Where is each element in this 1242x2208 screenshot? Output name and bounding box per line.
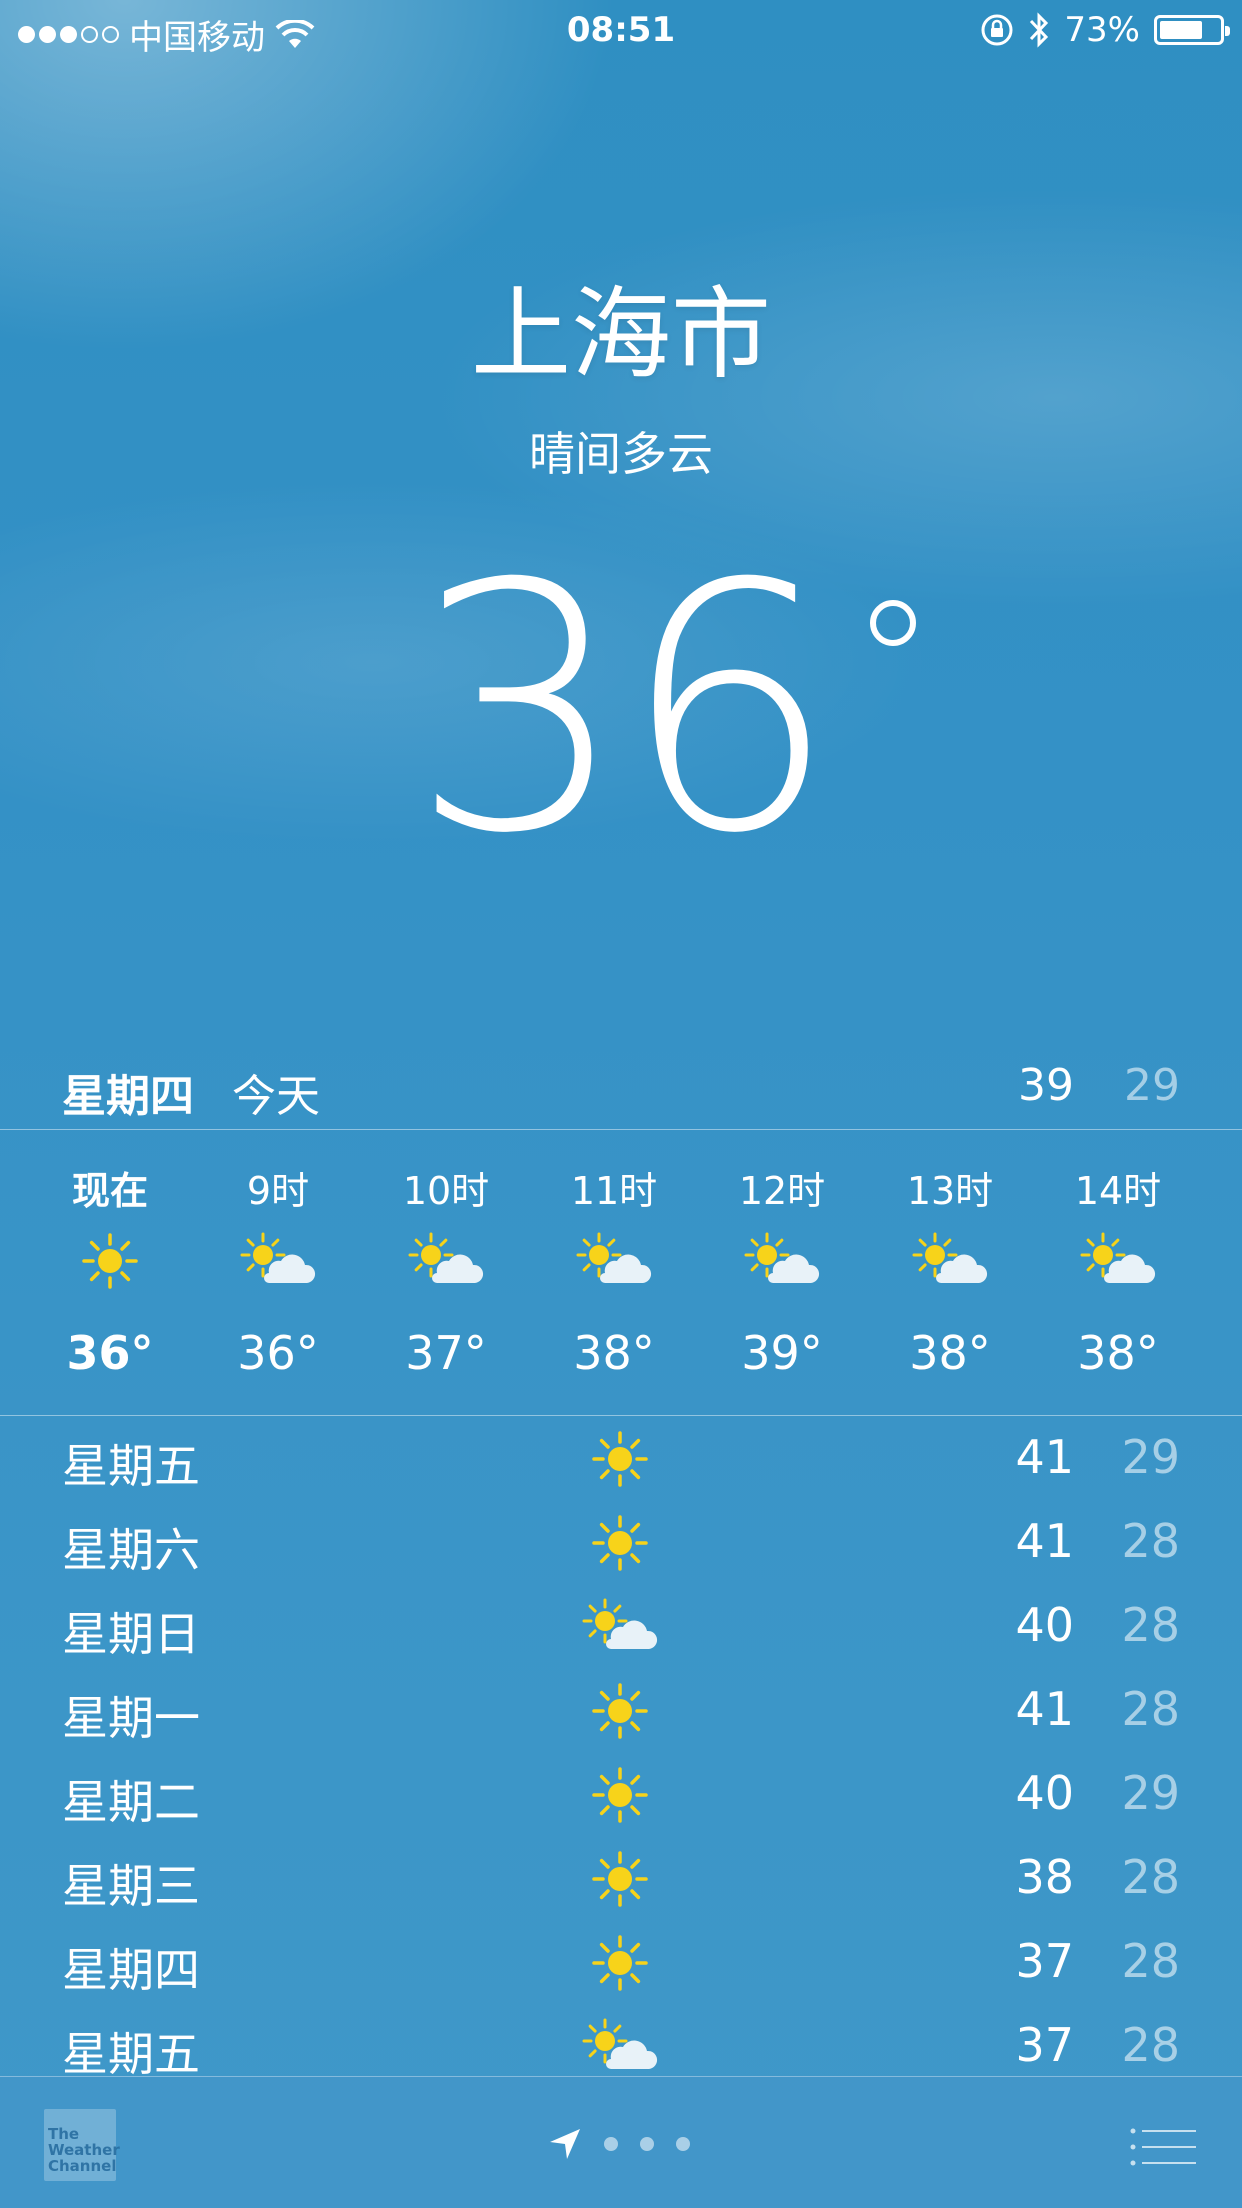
partly-cloudy-icon [194, 1216, 362, 1306]
city-name: 上海市 [471, 276, 771, 393]
page-indicator[interactable] [548, 2127, 690, 2161]
day-high: 41 [1015, 1682, 1074, 1736]
hour-label: 现在 [71, 1169, 148, 1213]
hour-label: 12时 [738, 1169, 826, 1213]
bluetooth-icon [1030, 12, 1049, 48]
sun-icon [580, 1760, 660, 1830]
daily-row: 星期一 41 28 [0, 1668, 1242, 1752]
daily-row: 星期五 41 29 [0, 1416, 1242, 1500]
day-name: 星期一 [62, 1691, 200, 1745]
hourly-forecast[interactable]: 现在 36° 9时 36° 10时 37° 11时 38° 12时 39° 13时 38°… [0, 1130, 1242, 1415]
sun-icon [580, 1844, 660, 1914]
day-name: 星期五 [62, 1439, 200, 1493]
page-dot [640, 2137, 654, 2151]
sun-icon [580, 1676, 660, 1746]
day-low: 28 [1121, 1682, 1180, 1736]
daily-row: 星期五 37 28 [0, 2004, 1242, 2076]
today-low: 29 [1124, 1060, 1180, 1111]
weather-condition: 晴间多云 [529, 427, 713, 481]
hour-temp: 36° [66, 1326, 154, 1380]
hourly-item: 9时 36° [194, 1130, 362, 1380]
hourly-item: 14时 38° [1034, 1130, 1202, 1380]
location-header: 上海市 晴间多云 [0, 280, 1242, 484]
day-name: 星期四 [62, 1943, 200, 1997]
current-temp-value: 36 [410, 512, 838, 908]
partly-cloudy-icon [580, 2012, 660, 2076]
hour-label: 9时 [246, 1169, 310, 1213]
today-high: 39 [1018, 1060, 1074, 1111]
hour-label: 14时 [1074, 1169, 1162, 1213]
daily-row: 星期二 40 29 [0, 1752, 1242, 1836]
hour-temp: 39° [741, 1326, 823, 1380]
day-low: 29 [1121, 1430, 1180, 1484]
sun-icon [580, 1928, 660, 1998]
battery-percent: 73% [1064, 10, 1140, 50]
sun-icon [580, 1508, 660, 1578]
day-low: 28 [1121, 1850, 1180, 1904]
day-name: 星期三 [62, 1859, 200, 1913]
today-label: 今天 [232, 1071, 320, 1122]
battery-fill [1160, 21, 1203, 39]
day-high: 37 [1015, 2018, 1074, 2072]
day-low: 28 [1121, 1934, 1180, 1988]
location-arrow-icon [550, 2129, 580, 2159]
day-high: 41 [1015, 1430, 1074, 1484]
hour-temp: 38° [1077, 1326, 1159, 1380]
sun-icon [26, 1216, 194, 1306]
page-dot [676, 2137, 690, 2151]
hourly-item: 10时 37° [362, 1130, 530, 1380]
hour-temp: 36° [237, 1326, 319, 1380]
day-name: 星期六 [62, 1523, 200, 1577]
day-name: 星期日 [62, 1607, 200, 1661]
day-high: 40 [1015, 1766, 1074, 1820]
status-right: 73% [980, 10, 1230, 50]
current-temperature: 36 [0, 540, 1242, 880]
partly-cloudy-icon [580, 1592, 660, 1662]
day-high: 38 [1015, 1850, 1074, 1904]
status-bar: 中国移动 08:51 73% [0, 0, 1242, 62]
rotation-lock-icon [981, 14, 1013, 46]
daily-row: 星期三 38 28 [0, 1836, 1242, 1920]
weather-channel-logo[interactable]: The Weather Channel [44, 2109, 120, 2181]
hourly-item: 现在 36° [26, 1130, 194, 1380]
day-name: 星期二 [62, 1775, 200, 1829]
day-low: 28 [1121, 1598, 1180, 1652]
hourly-item: 12时 39° [698, 1130, 866, 1380]
partly-cloudy-icon [866, 1216, 1034, 1306]
degree-symbol [870, 600, 916, 646]
day-high: 41 [1015, 1514, 1074, 1568]
bottom-toolbar: The Weather Channel [0, 2076, 1242, 2208]
sun-icon [580, 1424, 660, 1494]
hourly-item: 11时 38° [530, 1130, 698, 1380]
daily-row: 星期四 37 28 [0, 1920, 1242, 2004]
list-icon[interactable] [1130, 2127, 1196, 2167]
hour-label: 11时 [570, 1169, 658, 1213]
day-low: 29 [1121, 1766, 1180, 1820]
partly-cloudy-icon [362, 1216, 530, 1306]
partly-cloudy-icon [530, 1216, 698, 1306]
today-row: 星期四 今天 39 29 [0, 1050, 1242, 1130]
hour-temp: 38° [909, 1326, 991, 1380]
partly-cloudy-icon [698, 1216, 866, 1306]
hourly-item: 13时 38° [866, 1130, 1034, 1380]
hour-temp: 38° [573, 1326, 655, 1380]
page-dot [604, 2137, 618, 2151]
day-low: 28 [1121, 2018, 1180, 2072]
hour-label: 10时 [402, 1169, 490, 1213]
day-high: 40 [1015, 1598, 1074, 1652]
battery-icon [1154, 15, 1230, 45]
daily-forecast[interactable]: 星期五 41 29 星期六 41 28 星期日 40 28 星期一 41 28 星期二 … [0, 1416, 1242, 2076]
day-low: 28 [1121, 1514, 1180, 1568]
day-high: 37 [1015, 1934, 1074, 1988]
daily-row: 星期日 40 28 [0, 1584, 1242, 1668]
day-name: 星期五 [62, 2027, 200, 2076]
daily-row: 星期六 41 28 [0, 1500, 1242, 1584]
partly-cloudy-icon [1034, 1216, 1202, 1306]
hour-label: 13时 [906, 1169, 994, 1213]
today-weekday: 星期四 [62, 1071, 194, 1122]
hour-temp: 37° [405, 1326, 487, 1380]
